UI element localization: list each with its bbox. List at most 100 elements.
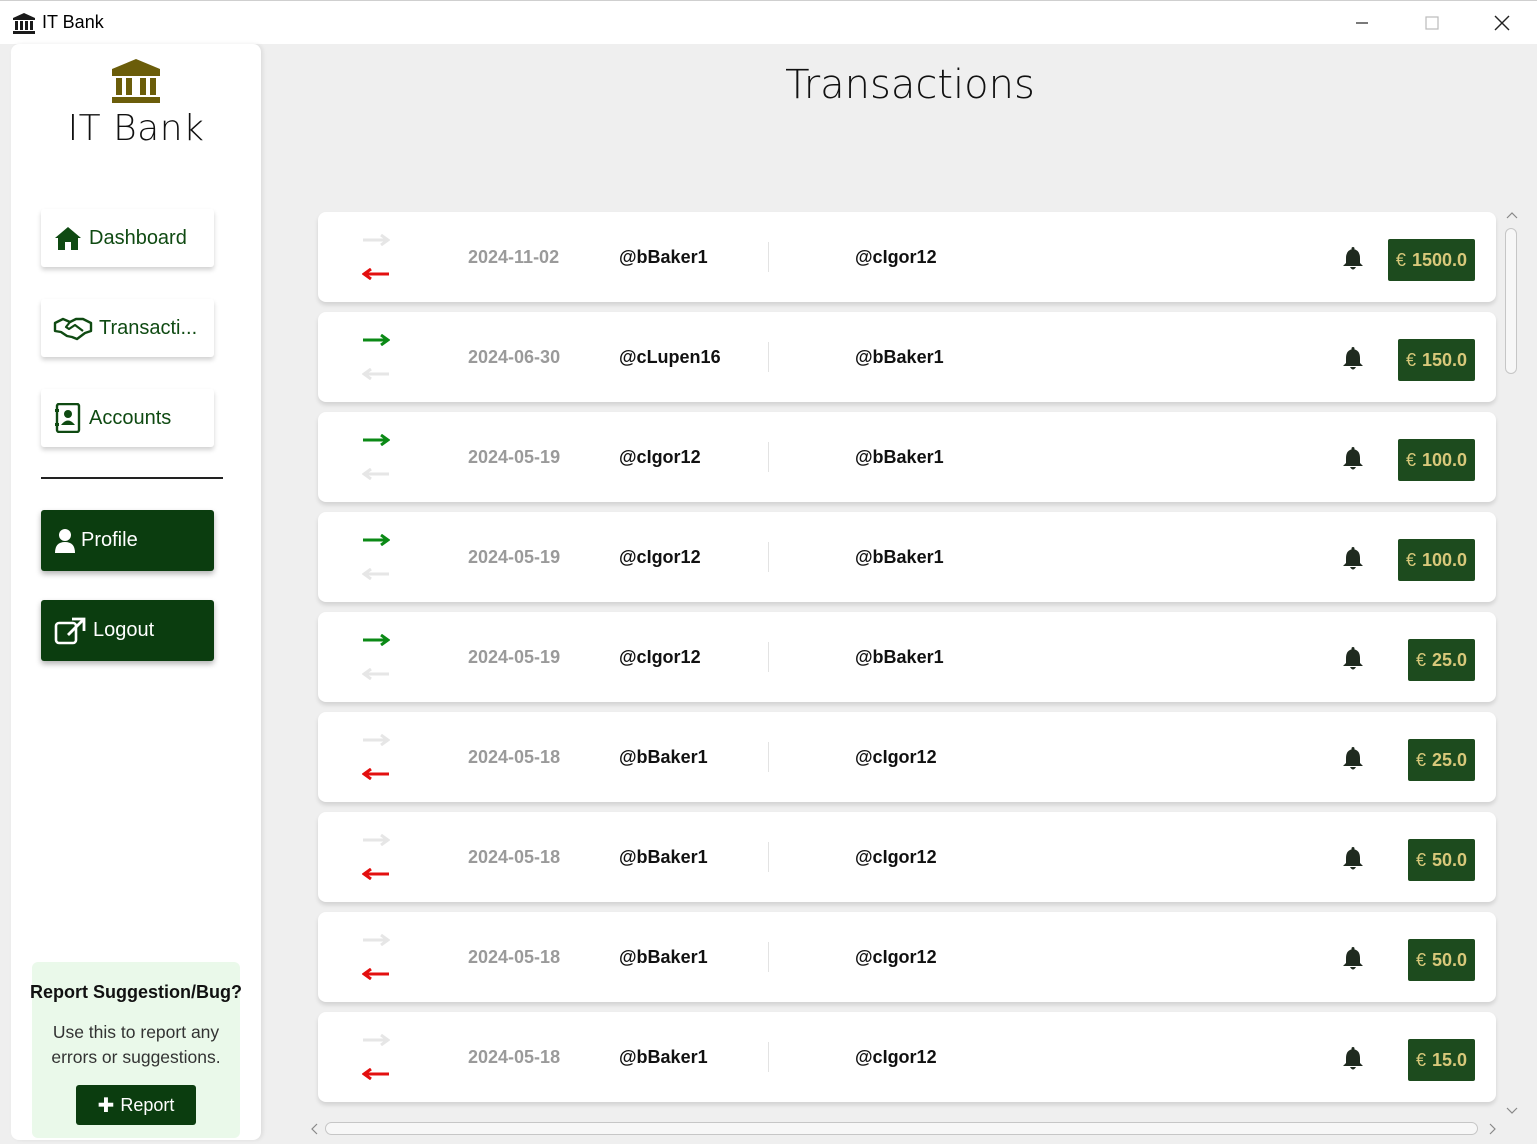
transaction-amount: €50.0 bbox=[1407, 939, 1475, 981]
transaction-date: 2024-05-18 bbox=[468, 947, 561, 967]
column-divider bbox=[768, 742, 769, 772]
horizontal-scrollbar[interactable] bbox=[305, 1117, 1502, 1141]
profile-label: Profile bbox=[81, 529, 138, 551]
brand-name: IT Bank bbox=[67, 108, 205, 149]
column-divider bbox=[768, 942, 769, 972]
transaction-amount: €25.0 bbox=[1407, 639, 1475, 681]
transaction-row[interactable]: 2024-05-19 @cIgor12 @bBaker1 €100.0 bbox=[318, 412, 1496, 502]
currency-symbol: € bbox=[1405, 449, 1416, 470]
transaction-sender: @bBaker1 bbox=[619, 947, 708, 967]
bell-icon[interactable] bbox=[1342, 347, 1364, 371]
transaction-date: 2024-05-19 bbox=[468, 447, 561, 467]
transaction-row[interactable]: 2024-05-19 @cIgor12 @bBaker1 €25.0 bbox=[318, 612, 1496, 702]
profile-button[interactable]: Profile bbox=[41, 510, 214, 571]
direction-indicator bbox=[362, 932, 392, 982]
nav-accounts-button[interactable]: Accounts bbox=[41, 389, 214, 447]
currency-symbol: € bbox=[1415, 749, 1426, 770]
close-button[interactable] bbox=[1467, 1, 1537, 45]
column-divider bbox=[768, 542, 769, 572]
bell-icon[interactable] bbox=[1342, 847, 1364, 871]
transaction-amount: €100.0 bbox=[1397, 439, 1475, 481]
nav-dashboard-button[interactable]: Dashboard bbox=[41, 209, 214, 267]
column-divider bbox=[768, 642, 769, 672]
transaction-recipient: @cIgor12 bbox=[855, 247, 937, 267]
amount-value: 50.0 bbox=[1431, 849, 1467, 870]
transaction-date: 2024-11-02 bbox=[468, 247, 560, 267]
bell-icon[interactable] bbox=[1342, 747, 1364, 771]
transaction-sender: @cIgor12 bbox=[619, 647, 701, 667]
transaction-recipient: @bBaker1 bbox=[855, 547, 944, 567]
sidebar: IT Bank Dashboard Transacti... Accounts bbox=[11, 44, 261, 1140]
transaction-row[interactable]: 2024-05-18 @bBaker1 @cIgor12 €15.0 bbox=[318, 1012, 1496, 1102]
currency-symbol: € bbox=[1415, 849, 1426, 870]
handshake-icon bbox=[53, 313, 93, 343]
transaction-row[interactable]: 2024-05-19 @cIgor12 @bBaker1 €100.0 bbox=[318, 512, 1496, 602]
transaction-sender: @bBaker1 bbox=[619, 847, 708, 867]
maximize-button[interactable] bbox=[1397, 1, 1467, 45]
scroll-right-icon[interactable] bbox=[1486, 1122, 1500, 1136]
direction-indicator bbox=[362, 532, 392, 582]
bank-logo-icon bbox=[112, 59, 160, 103]
report-description: Use this to report any errors or suggest… bbox=[32, 1020, 240, 1070]
amount-value: 25.0 bbox=[1431, 749, 1467, 770]
transaction-row[interactable]: 2024-05-18 @bBaker1 @cIgor12 €50.0 bbox=[318, 812, 1496, 902]
scroll-down-icon[interactable] bbox=[1505, 1104, 1519, 1118]
amount-value: 50.0 bbox=[1431, 949, 1467, 970]
bell-icon[interactable] bbox=[1342, 247, 1364, 271]
transaction-date: 2024-05-19 bbox=[468, 547, 561, 567]
vertical-scroll-thumb[interactable] bbox=[1505, 228, 1517, 374]
external-link-icon bbox=[53, 616, 87, 646]
currency-symbol: € bbox=[1405, 349, 1416, 370]
horizontal-scroll-thumb[interactable] bbox=[325, 1122, 1478, 1135]
transaction-date: 2024-06-30 bbox=[468, 347, 561, 367]
transaction-recipient: @bBaker1 bbox=[855, 647, 944, 667]
scroll-up-icon[interactable] bbox=[1505, 208, 1519, 222]
transaction-list[interactable]: 2024-11-02 @bBaker1 @cIgor12 €1500.0 2024-06… bbox=[305, 208, 1501, 1114]
bell-icon[interactable] bbox=[1342, 647, 1364, 671]
transaction-row[interactable]: 2024-05-18 @bBaker1 @cIgor12 €25.0 bbox=[318, 712, 1496, 802]
direction-indicator bbox=[362, 332, 392, 382]
bell-icon[interactable] bbox=[1342, 447, 1364, 471]
app-body: IT Bank Dashboard Transacti... Accounts bbox=[0, 44, 1537, 1144]
amount-value: 1500.0 bbox=[1411, 249, 1467, 270]
transaction-amount: €50.0 bbox=[1407, 839, 1475, 881]
logout-label: Logout bbox=[93, 619, 155, 641]
minimize-button[interactable] bbox=[1327, 1, 1397, 45]
report-button[interactable]: ✚ Report bbox=[76, 1085, 196, 1125]
vertical-scrollbar[interactable] bbox=[1501, 208, 1523, 1118]
transaction-recipient: @cIgor12 bbox=[855, 947, 937, 967]
user-icon bbox=[53, 526, 77, 556]
transaction-date: 2024-05-19 bbox=[468, 647, 561, 667]
nav-accounts-label: Accounts bbox=[89, 406, 172, 429]
currency-symbol: € bbox=[1415, 649, 1426, 670]
transaction-row[interactable]: 2024-06-30 @cLupen16 @bBaker1 €150.0 bbox=[318, 312, 1496, 402]
bank-icon bbox=[12, 11, 36, 35]
transaction-recipient: @cIgor12 bbox=[855, 847, 937, 867]
report-description-line-1: Use this to report any bbox=[52, 1022, 220, 1042]
close-icon bbox=[1494, 15, 1510, 31]
home-icon bbox=[53, 223, 83, 253]
currency-symbol: € bbox=[1415, 949, 1426, 970]
direction-indicator bbox=[362, 832, 392, 882]
transaction-sender: @bBaker1 bbox=[619, 1047, 708, 1067]
bell-icon[interactable] bbox=[1342, 1047, 1364, 1071]
bell-icon[interactable] bbox=[1342, 547, 1364, 571]
report-panel: Report Suggestion/Bug? Use this to repor… bbox=[30, 962, 242, 1138]
column-divider bbox=[768, 1042, 769, 1072]
direction-indicator bbox=[362, 632, 392, 682]
nav-transactions-button[interactable]: Transacti... bbox=[41, 299, 214, 357]
nav-transactions-label: Transacti... bbox=[99, 316, 198, 339]
logout-button[interactable]: Logout bbox=[41, 600, 214, 661]
transaction-date: 2024-05-18 bbox=[468, 747, 561, 767]
transaction-row[interactable]: 2024-11-02 @bBaker1 @cIgor12 €1500.0 bbox=[318, 212, 1496, 302]
amount-value: 100.0 bbox=[1421, 449, 1467, 470]
transaction-date: 2024-05-18 bbox=[468, 847, 561, 867]
currency-symbol: € bbox=[1405, 549, 1416, 570]
transaction-amount: €1500.0 bbox=[1387, 239, 1475, 281]
brand: IT Bank bbox=[11, 58, 261, 149]
transaction-row[interactable]: 2024-05-18 @bBaker1 @cIgor12 €50.0 bbox=[318, 912, 1496, 1002]
scroll-left-icon[interactable] bbox=[307, 1122, 321, 1136]
plus-icon: ✚ bbox=[97, 1094, 115, 1117]
contact-book-icon bbox=[53, 403, 83, 433]
bell-icon[interactable] bbox=[1342, 947, 1364, 971]
